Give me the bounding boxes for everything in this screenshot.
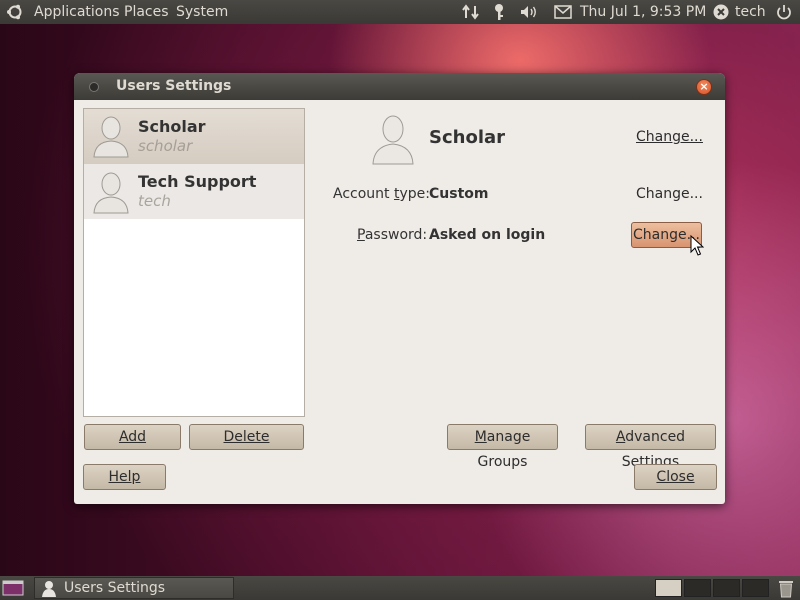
user-status-icon[interactable] <box>713 4 729 20</box>
taskbar-item-label: Users Settings <box>64 580 166 596</box>
close-window-icon[interactable]: × <box>696 79 712 95</box>
change-name-button[interactable]: Change... <box>636 129 703 145</box>
password-label: Password: <box>357 227 428 243</box>
users-settings-window: Users Settings × Scholar scholar Tech Su… <box>74 73 725 504</box>
menu-places[interactable]: Places <box>124 3 169 21</box>
workspace-3[interactable] <box>713 579 740 597</box>
advanced-settings-button[interactable]: Advanced Settings <box>585 424 716 470</box>
clock[interactable]: Thu Jul 1, 9:53 PM <box>580 3 706 21</box>
window-title: Users Settings <box>116 78 232 94</box>
window-menu-icon[interactable] <box>89 82 99 92</box>
mail-icon[interactable] <box>554 5 572 19</box>
users-app-icon <box>42 581 56 597</box>
menu-applications[interactable]: Applications <box>34 3 120 21</box>
taskbar-item-users-settings[interactable]: Users Settings <box>34 577 234 599</box>
power-icon[interactable] <box>775 3 793 21</box>
workspace-4[interactable] <box>742 579 769 597</box>
volume-icon[interactable] <box>519 4 539 20</box>
show-desktop-icon[interactable] <box>2 579 24 597</box>
account-type-label: Account type: <box>333 186 430 202</box>
user-login-label: scholar <box>138 137 193 155</box>
user-login-label: tech <box>138 192 171 210</box>
password-value: Asked on login <box>429 227 546 243</box>
workspace-2[interactable] <box>684 579 711 597</box>
keyring-icon[interactable] <box>492 3 506 21</box>
delete-user-button[interactable]: Delete <box>189 424 304 450</box>
user-avatar-icon <box>93 172 129 214</box>
change-account-type-button[interactable]: Change... <box>636 186 703 202</box>
selected-user-name: Scholar <box>429 127 506 148</box>
title-bar[interactable]: Users Settings × <box>74 73 725 100</box>
user-name[interactable]: tech <box>735 3 766 21</box>
user-row-scholar[interactable]: Scholar scholar <box>84 109 304 164</box>
close-button[interactable]: Close <box>634 464 717 490</box>
user-name-label: Scholar <box>138 117 206 136</box>
network-icon[interactable] <box>461 4 481 20</box>
user-row-tech-support[interactable]: Tech Support tech <box>84 164 304 219</box>
user-list[interactable]: Scholar scholar Tech Support tech <box>83 108 305 417</box>
add-user-button[interactable]: Add <box>84 424 181 450</box>
user-name-label: Tech Support <box>138 172 257 191</box>
ubuntu-logo-icon[interactable] <box>6 3 24 21</box>
account-type-value: Custom <box>429 186 489 202</box>
selected-user-avatar-icon[interactable] <box>371 113 415 165</box>
manage-groups-button[interactable]: Manage Groups <box>447 424 558 470</box>
user-avatar-icon <box>93 116 129 158</box>
help-button[interactable]: Help <box>83 464 166 490</box>
bottom-panel: Users Settings <box>0 576 800 600</box>
menu-system[interactable]: System <box>176 3 228 21</box>
trash-icon[interactable] <box>778 579 794 598</box>
workspace-1[interactable] <box>655 579 682 597</box>
mouse-cursor-icon <box>690 235 704 256</box>
top-panel: Applications Places System Thu Jul 1, 9:… <box>0 0 800 24</box>
